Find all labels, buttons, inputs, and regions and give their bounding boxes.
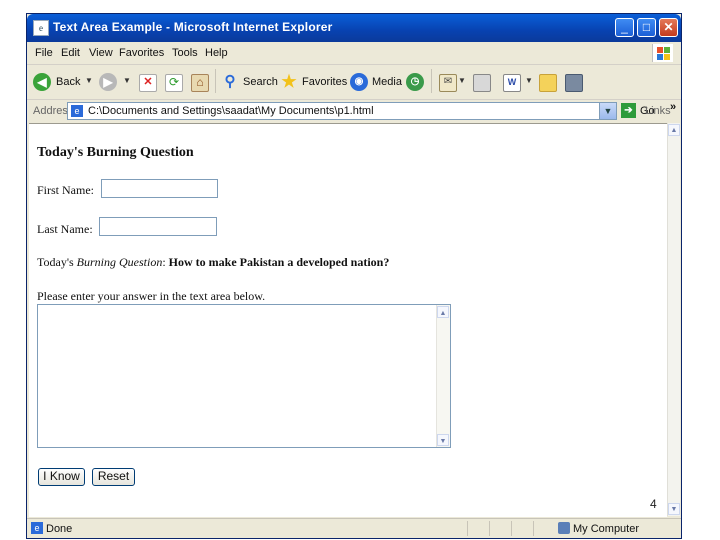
ie-page-icon: e	[33, 20, 49, 36]
word-edit-icon: W	[503, 74, 521, 92]
discuss-button[interactable]	[539, 71, 559, 93]
browser-window: e Text Area Example - Microsoft Internet…	[26, 13, 682, 539]
title-bar[interactable]: e Text Area Example - Microsoft Internet…	[27, 14, 681, 42]
stop-icon: ✕	[139, 74, 157, 92]
my-computer-icon	[558, 522, 570, 534]
star-icon: ★	[281, 72, 297, 91]
back-button[interactable]: ◀ Back ▼	[33, 71, 95, 93]
status-text: Done	[46, 523, 73, 535]
menu-tools[interactable]: Tools	[172, 47, 198, 59]
edit-dropdown-icon[interactable]: ▼	[525, 76, 533, 85]
instruction-text: Please enter your answer in the text are…	[37, 289, 266, 303]
last-name-input[interactable]	[99, 217, 217, 236]
address-url: C:\Documents and Settings\saadat\My Docu…	[88, 105, 374, 117]
close-button[interactable]: ✕	[659, 18, 678, 37]
page-heading: Today's Burning Question	[37, 145, 194, 160]
address-bar: Address e C:\Documents and Settings\saad…	[27, 100, 681, 122]
menu-edit[interactable]: Edit	[61, 47, 80, 59]
slide-number: 4	[650, 497, 657, 511]
i-know-button[interactable]: I Know	[38, 468, 85, 486]
back-dropdown-icon[interactable]: ▼	[85, 76, 93, 85]
printer-icon	[473, 74, 491, 92]
scroll-down-icon[interactable]: ▼	[437, 434, 449, 446]
stop-button[interactable]: ✕	[137, 71, 157, 93]
standard-toolbar: ◀ Back ▼ ▶ ▼ ✕ ⟳ ⌂ ⚲ Search ★ Favorites …	[27, 65, 681, 100]
forward-dropdown-icon[interactable]: ▼	[123, 76, 131, 85]
scroll-down-icon[interactable]: ▼	[668, 503, 680, 515]
question-line: Today's Burning Question: How to make Pa…	[37, 255, 389, 270]
search-button[interactable]: ⚲ Search	[221, 71, 278, 93]
mail-dropdown-icon[interactable]: ▼	[458, 76, 466, 85]
scroll-up-icon[interactable]: ▲	[437, 306, 449, 318]
edit-button[interactable]: W ▼	[503, 71, 533, 93]
page-done-icon: e	[31, 522, 43, 534]
page-content: Today's Burning Question First Name: Las…	[29, 123, 667, 517]
status-cell	[467, 521, 486, 536]
last-name-label: Last Name:	[37, 222, 93, 236]
history-button[interactable]: ◷	[406, 71, 426, 93]
go-arrow-icon: ➔	[621, 103, 636, 118]
messenger-button[interactable]	[565, 71, 587, 93]
folder-icon	[539, 74, 557, 92]
textarea-scrollbar[interactable]: ▲ ▼	[436, 305, 450, 447]
first-name-label: First Name:	[37, 183, 94, 197]
refresh-button[interactable]: ⟳	[163, 71, 183, 93]
status-bar: e Done My Computer	[27, 518, 681, 539]
page-scrollbar[interactable]: ▲ ▼	[667, 123, 680, 516]
media-button[interactable]: ◉ Media	[350, 71, 402, 93]
first-name-input[interactable]	[101, 179, 218, 198]
menu-view[interactable]: View	[89, 47, 113, 59]
address-input[interactable]: e C:\Documents and Settings\saadat\My Do…	[67, 102, 617, 120]
forward-button[interactable]: ▶ ▼	[99, 71, 133, 93]
menu-favorites[interactable]: Favorites	[119, 47, 164, 59]
scroll-up-icon[interactable]: ▲	[668, 124, 680, 136]
question-text: How to make Pakistan a developed nation?	[168, 255, 390, 269]
page-icon: e	[71, 105, 83, 117]
home-icon: ⌂	[191, 74, 209, 92]
history-icon: ◷	[406, 73, 424, 91]
home-button[interactable]: ⌂	[189, 71, 211, 93]
menu-help[interactable]: Help	[205, 47, 228, 59]
forward-arrow-icon: ▶	[99, 73, 117, 91]
maximize-button[interactable]: □	[637, 18, 656, 37]
security-zone: My Computer	[573, 523, 640, 535]
back-arrow-icon: ◀	[33, 73, 51, 91]
answer-textarea[interactable]: ▲ ▼	[37, 304, 451, 448]
mail-button[interactable]: ✉ ▼	[439, 71, 469, 93]
favorites-button[interactable]: ★ Favorites	[280, 71, 347, 93]
status-cell	[511, 521, 530, 536]
links-label[interactable]: Links	[645, 105, 671, 117]
mail-icon: ✉	[439, 74, 457, 92]
messenger-icon	[565, 74, 583, 92]
windows-logo-icon	[652, 44, 673, 62]
toolbar-separator	[431, 69, 432, 93]
minimize-button[interactable]: _	[615, 18, 634, 37]
status-cell	[489, 521, 508, 536]
reset-button[interactable]: Reset	[92, 468, 135, 486]
window-title: Text Area Example - Microsoft Internet E…	[53, 20, 333, 34]
media-globe-icon: ◉	[350, 73, 368, 91]
links-chevron-icon[interactable]: »	[670, 101, 676, 113]
question-italic: Burning Question	[76, 255, 163, 269]
status-cell	[533, 521, 552, 536]
magnifier-icon: ⚲	[224, 73, 236, 90]
toolbar-separator	[215, 69, 216, 93]
menu-bar: File Edit View Favorites Tools Help	[27, 42, 681, 65]
question-prefix: Today's	[37, 255, 77, 269]
refresh-icon: ⟳	[165, 74, 183, 92]
menu-file[interactable]: File	[35, 47, 53, 59]
print-button[interactable]	[473, 71, 493, 93]
address-dropdown-icon[interactable]: ▼	[599, 103, 616, 119]
